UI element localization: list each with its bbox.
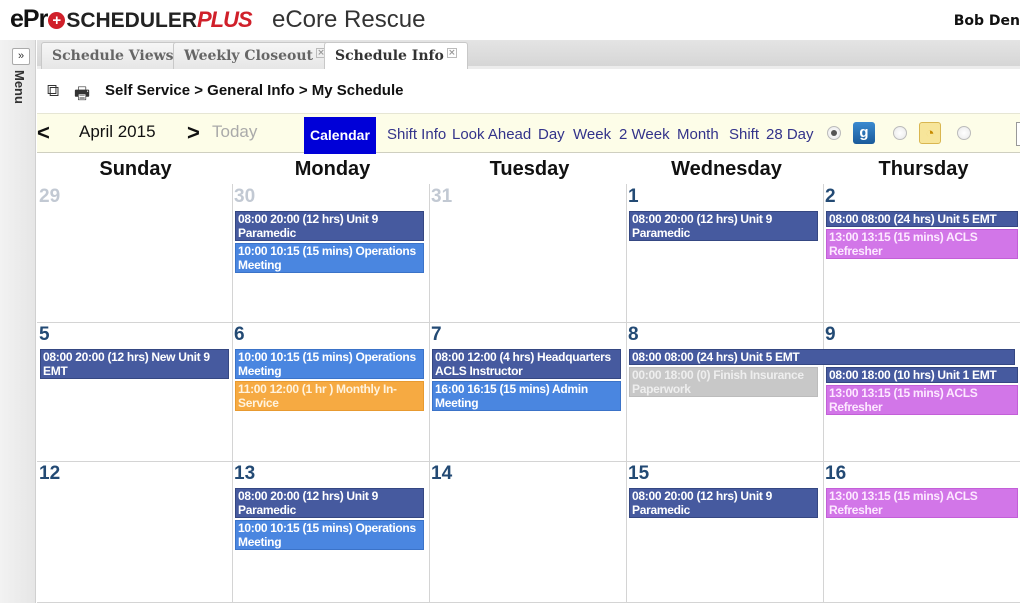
month-calendar: Sunday Monday Tuesday Wednesday Thursday…	[37, 154, 1020, 603]
day-number[interactable]: 2	[825, 186, 836, 208]
day-number[interactable]: 31	[431, 186, 452, 208]
sync-input-edge[interactable]	[1016, 122, 1020, 146]
print-icon[interactable]: 🖶	[74, 81, 90, 110]
day-cell[interactable]: 5 08:00 20:00 (12 hrs) New Unit 9 EMT	[37, 322, 232, 461]
weekday-header: Monday	[294, 158, 371, 180]
training-event[interactable]: 13:00 13:15 (15 mins) ACLS Refresher	[826, 385, 1018, 415]
day-number[interactable]: 30	[234, 186, 255, 208]
meeting-event[interactable]: 10:00 10:15 (15 mins) Operations Meeting	[235, 349, 424, 379]
day-number[interactable]: 15	[628, 463, 649, 485]
day-number[interactable]: 1	[628, 186, 639, 208]
day-number[interactable]: 13	[234, 463, 255, 485]
shift-event[interactable]: 08:00 20:00 (12 hrs) New Unit 9 EMT	[40, 349, 229, 379]
view-28-day[interactable]: 28 Day	[766, 126, 814, 143]
outlook-sync-radio[interactable]	[893, 126, 907, 140]
new-window-icon[interactable]: ⧉	[47, 81, 59, 101]
view-calendar[interactable]: Calendar	[304, 117, 376, 154]
close-icon[interactable]: ×	[446, 48, 457, 58]
app-logo: ePr + SCHEDULERPLUS	[10, 5, 253, 33]
day-cell[interactable]: 12	[37, 461, 232, 603]
meeting-event[interactable]: 10:00 10:15 (15 mins) Operations Meeting	[235, 520, 424, 550]
weekday-header: Thursday	[878, 158, 969, 180]
day-cell[interactable]: 14	[429, 461, 626, 603]
shift-event[interactable]: 08:00 08:00 (24 hrs) Unit 5 EMT	[826, 211, 1018, 227]
day-cell[interactable]: 1 08:00 20:00 (12 hrs) Unit 9 Paramedic	[626, 184, 823, 322]
day-cell[interactable]: 13 08:00 20:00 (12 hrs) Unit 9 Paramedic 1…	[232, 461, 429, 603]
view-day[interactable]: Day	[538, 126, 565, 143]
inservice-event[interactable]: 11:00 12:00 (1 hr ) Monthly In-Service	[235, 381, 424, 411]
meeting-event[interactable]: 10:00 10:15 (15 mins) Operations Meeting	[235, 243, 424, 273]
medical-cross-icon: +	[48, 12, 66, 29]
today-button[interactable]: Today	[212, 122, 257, 142]
shift-event[interactable]: 08:00 20:00 (12 hrs) Unit 9 Paramedic	[629, 211, 818, 241]
day-cell[interactable]: 2 08:00 08:00 (24 hrs) Unit 5 EMT 13:00 13…	[823, 184, 1020, 322]
tab-schedule-views[interactable]: Schedule Views	[41, 42, 185, 69]
day-number[interactable]: 6	[234, 324, 245, 346]
breadcrumb: Self Service > General Info > My Schedul…	[105, 82, 404, 99]
shift-event[interactable]: 08:00 20:00 (12 hrs) Unit 9 Paramedic	[235, 211, 424, 241]
next-month-button[interactable]: >	[187, 120, 200, 146]
day-cell[interactable]: 9 08:00 18:00 (10 hrs) Unit 1 EMT 13:00 13…	[823, 322, 1020, 461]
day-cell[interactable]: 6 10:00 10:15 (15 mins) Operations Meetin…	[232, 322, 429, 461]
day-number[interactable]: 16	[825, 463, 846, 485]
organization-name: eCore Rescue	[272, 6, 426, 33]
training-event[interactable]: 13:00 13:15 (15 mins) ACLS Refresher	[826, 488, 1018, 518]
day-number[interactable]: 9	[825, 324, 836, 346]
calendar-navigator: < April 2015 > Today Calendar Shift Info…	[37, 113, 1020, 154]
google-calendar-icon: g	[853, 122, 875, 144]
day-cell[interactable]: 30 08:00 20:00 (12 hrs) Unit 9 Paramedic 1…	[232, 184, 429, 322]
day-number[interactable]: 29	[39, 186, 60, 208]
tab-weekly-closeout[interactable]: Weekly Closeout ×	[173, 42, 337, 69]
outlook-calendar-icon: ◔	[919, 122, 941, 144]
day-cell[interactable]: 15 08:00 20:00 (12 hrs) Unit 9 Paramedic	[626, 461, 823, 603]
weekday-header: Sunday	[99, 158, 172, 180]
view-2-week[interactable]: 2 Week	[619, 126, 670, 143]
apple-sync-radio[interactable]	[957, 126, 971, 140]
day-number[interactable]: 8	[628, 324, 639, 346]
meeting-event[interactable]: 16:00 16:15 (15 mins) Admin Meeting	[432, 381, 621, 411]
shift-event[interactable]: 08:00 12:00 (4 hrs) Headquarters ACLS In…	[432, 349, 621, 379]
shift-event[interactable]: 08:00 20:00 (12 hrs) Unit 9 Paramedic	[629, 488, 818, 518]
shift-event[interactable]: 08:00 18:00 (10 hrs) Unit 1 EMT	[826, 367, 1018, 383]
google-sync-radio[interactable]	[827, 126, 841, 140]
weekday-header: Wednesday	[671, 158, 782, 180]
view-shift-info[interactable]: Shift Info	[387, 126, 446, 143]
menu-label[interactable]: Menu	[12, 70, 27, 104]
view-week[interactable]: Week	[573, 126, 611, 143]
tab-bar: Schedule Views Weekly Closeout × Schedule…	[37, 40, 1020, 69]
view-look-ahead[interactable]: Look Ahead	[452, 126, 531, 143]
day-number[interactable]: 12	[39, 463, 60, 485]
expand-menu-icon[interactable]: »	[12, 48, 30, 65]
current-month: April 2015	[79, 122, 156, 141]
apple-calendar-icon	[982, 122, 1004, 144]
view-month[interactable]: Month	[677, 126, 719, 143]
tab-schedule-info[interactable]: Schedule Info ×	[324, 42, 468, 69]
user-name[interactable]: Bob Den	[954, 13, 1020, 29]
side-menu: » Menu	[0, 40, 36, 603]
app-header: ePr + SCHEDULERPLUS eCore Rescue Bob Den	[0, 0, 1020, 40]
day-number[interactable]: 5	[39, 324, 50, 346]
day-cell[interactable]: 7 08:00 12:00 (4 hrs) Headquarters ACLS I…	[429, 322, 626, 461]
day-cell[interactable]: 8 08:00 08:00 (24 hrs) Unit 5 EMT 00:00 18…	[626, 322, 1015, 461]
task-event[interactable]: 00:00 18:00 (0) Finish Insurance Paperwo…	[629, 367, 818, 397]
day-number[interactable]: 14	[431, 463, 452, 485]
weekday-header: Tuesday	[489, 158, 570, 180]
training-event[interactable]: 13:00 13:15 (15 mins) ACLS Refresher	[826, 229, 1018, 259]
day-cell[interactable]: 29	[37, 184, 232, 322]
day-number[interactable]: 7	[431, 324, 442, 346]
day-cell[interactable]: 16 13:00 13:15 (15 mins) ACLS Refresher	[823, 461, 1020, 603]
shift-event[interactable]: 08:00 20:00 (12 hrs) Unit 9 Paramedic	[235, 488, 424, 518]
previous-month-button[interactable]: <	[37, 120, 50, 146]
shift-event[interactable]: 08:00 08:00 (24 hrs) Unit 5 EMT	[629, 349, 1015, 365]
day-cell[interactable]: 31	[429, 184, 626, 322]
view-shift[interactable]: Shift	[729, 126, 759, 143]
breadcrumb-bar: ⧉ 🖶 Self Service > General Info > My Sch…	[37, 72, 1020, 112]
